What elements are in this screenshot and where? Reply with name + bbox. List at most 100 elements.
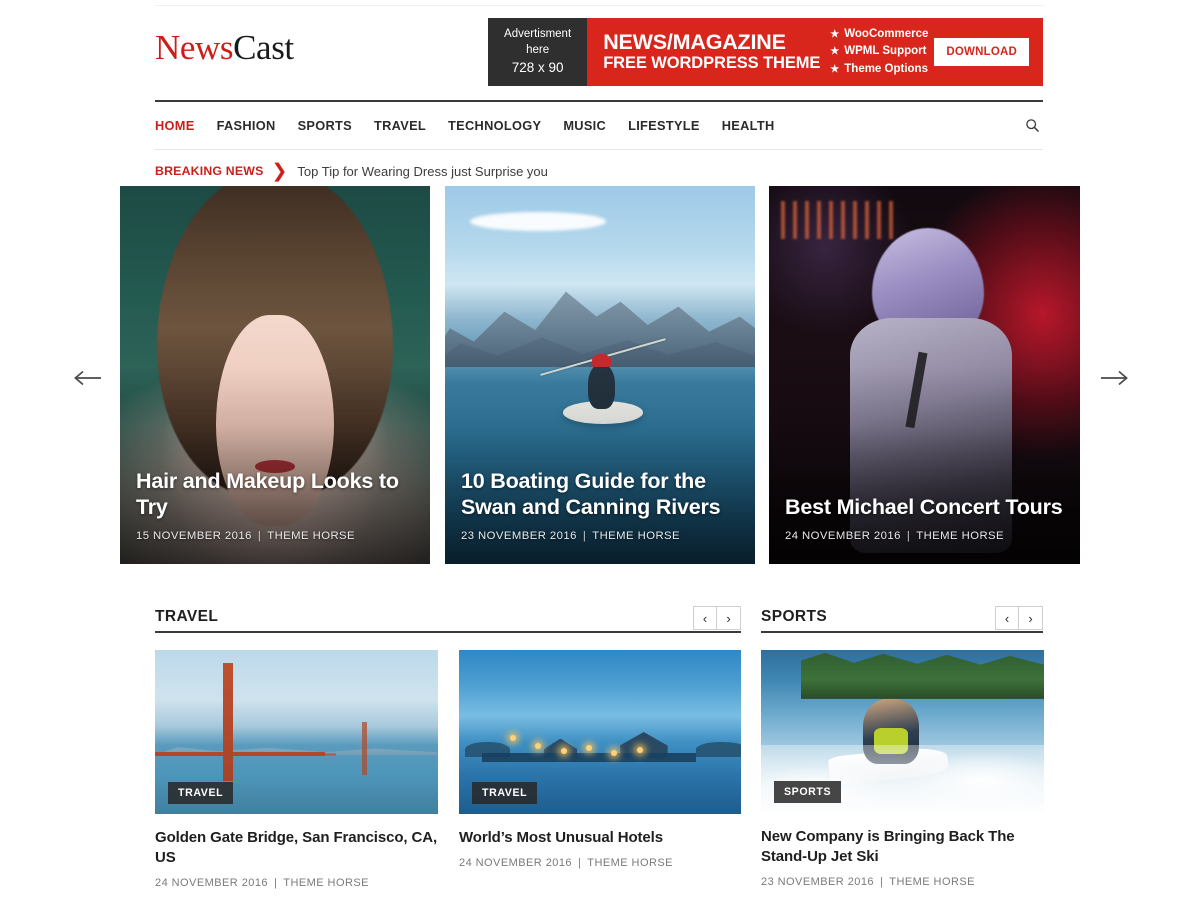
section-header-travel: TRAVEL ‹ › xyxy=(155,605,741,633)
section-nav: ‹ › xyxy=(693,606,741,630)
download-button[interactable]: DOWNLOAD xyxy=(934,38,1029,66)
card-date: 24 NOVEMBER 2016 xyxy=(459,856,572,869)
article-card[interactable]: SPORTS New Company is Bringing Back The … xyxy=(761,650,1044,888)
section-next-button[interactable]: › xyxy=(717,606,741,630)
article-card[interactable]: TRAVEL World’s Most Unusual Hotels 24 NO… xyxy=(459,650,741,869)
decor-island xyxy=(695,741,741,757)
decor-bridge-deck xyxy=(155,751,325,756)
card-author[interactable]: THEME HORSE xyxy=(587,857,673,869)
card-date: 23 NOVEMBER 2016 xyxy=(761,875,874,888)
featured-slider: Hair and Makeup Looks to Try 15 NOVEMBER… xyxy=(120,186,1080,564)
nav-list: HOME FASHION SPORTS TRAVEL TECHNOLOGY MU… xyxy=(155,118,797,133)
slide-author[interactable]: THEME HORSE xyxy=(267,530,355,542)
nav-item-travel[interactable]: TRAVEL xyxy=(374,118,440,133)
card-thumbnail[interactable]: TRAVEL xyxy=(459,650,741,814)
logo-primary: News xyxy=(155,28,234,67)
section-title: SPORTS xyxy=(761,608,828,625)
card-thumbnail[interactable]: TRAVEL xyxy=(155,650,438,814)
decor-treeline xyxy=(800,652,1044,699)
star-icon: ★ xyxy=(830,63,840,75)
slide-date: 23 NOVEMBER 2016 xyxy=(461,530,577,542)
breaking-news-label: BREAKING NEWS xyxy=(155,164,264,178)
ad-feature-label: WooCommerce xyxy=(844,27,929,40)
slide-title[interactable]: Hair and Makeup Looks to Try xyxy=(136,468,414,521)
slide-author[interactable]: THEME HORSE xyxy=(592,530,680,542)
site-logo[interactable]: NewsCast xyxy=(155,30,294,65)
nav-item-fashion[interactable]: FASHION xyxy=(217,118,290,133)
decor-lamp xyxy=(585,745,592,752)
decor-lamp xyxy=(535,743,542,750)
ad-size-label: 728 x 90 xyxy=(511,59,564,75)
nav-item-lifestyle[interactable]: LIFESTYLE xyxy=(628,118,714,133)
section-prev-button[interactable]: ‹ xyxy=(995,606,1019,630)
slide-caption: 10 Boating Guide for the Swan and Cannin… xyxy=(461,468,739,542)
section-title: TRAVEL xyxy=(155,608,219,625)
ad-feature-label: WPML Support xyxy=(844,45,927,58)
card-title[interactable]: World’s Most Unusual Hotels xyxy=(459,828,741,848)
decor-bridge-tower-far xyxy=(361,722,367,775)
meta-separator: | xyxy=(879,875,884,888)
chevron-right-icon: ❯ xyxy=(271,160,288,182)
section-header-sports: SPORTS ‹ › xyxy=(761,605,1043,633)
ad-label-line2: here xyxy=(526,43,550,56)
nav-item-health[interactable]: HEALTH xyxy=(722,118,789,133)
ad-feature-list: ★ WooCommerce ★ WPML Support ★ Theme Option… xyxy=(820,18,934,86)
category-badge[interactable]: SPORTS xyxy=(774,781,842,803)
nav-item-home[interactable]: HOME xyxy=(155,118,209,133)
slide-item[interactable]: Best Michael Concert Tours 24 NOVEMBER 2… xyxy=(769,186,1080,564)
ad-feature-item: ★ WPML Support xyxy=(830,44,928,60)
card-meta: 24 NOVEMBER 2016 | THEME HORSE xyxy=(155,877,438,889)
search-icon[interactable] xyxy=(1021,115,1043,137)
section-prev-button[interactable]: ‹ xyxy=(693,606,717,630)
ad-download-area: DOWNLOAD xyxy=(934,18,1043,86)
card-meta: 24 NOVEMBER 2016 | THEME HORSE xyxy=(459,857,741,869)
slide-author[interactable]: THEME HORSE xyxy=(916,530,1004,542)
star-icon: ★ xyxy=(830,28,840,40)
section-next-button[interactable]: › xyxy=(1019,606,1043,630)
decor-lamp xyxy=(560,748,567,755)
meta-separator: | xyxy=(906,530,911,542)
slide-meta: 24 NOVEMBER 2016 | THEME HORSE xyxy=(785,530,1064,542)
site-header: NewsCast Advertisment here 728 x 90 NEWS… xyxy=(155,18,1043,90)
logo-secondary: Cast xyxy=(233,28,294,67)
nav-item-sports[interactable]: SPORTS xyxy=(298,118,366,133)
section-nav: ‹ › xyxy=(995,606,1043,630)
meta-separator: | xyxy=(257,530,262,542)
slider-next-arrow-icon[interactable] xyxy=(1098,364,1132,392)
slide-title[interactable]: 10 Boating Guide for the Swan and Cannin… xyxy=(461,468,739,521)
top-divider xyxy=(155,5,1043,6)
nav-item-technology[interactable]: TECHNOLOGY xyxy=(448,118,555,133)
ad-label-line1: Advertisment xyxy=(504,28,572,41)
breaking-news-headline[interactable]: Top Tip for Wearing Dress just Surprise … xyxy=(297,164,547,179)
main-navigation: HOME FASHION SPORTS TRAVEL TECHNOLOGY MU… xyxy=(155,100,1043,150)
slide-item[interactable]: Hair and Makeup Looks to Try 15 NOVEMBER… xyxy=(120,186,430,564)
card-author[interactable]: THEME HORSE xyxy=(889,876,975,888)
category-badge[interactable]: TRAVEL xyxy=(168,782,234,804)
category-badge[interactable]: TRAVEL xyxy=(472,782,538,804)
decor-bridge-tower xyxy=(222,663,233,782)
card-title[interactable]: New Company is Bringing Back The Stand-U… xyxy=(761,827,1044,867)
card-title[interactable]: Golden Gate Bridge, San Francisco, CA, U… xyxy=(155,828,438,868)
decor-red-cap xyxy=(592,354,611,368)
advertisement-banner[interactable]: Advertisment here 728 x 90 NEWS/MAGAZINE… xyxy=(488,18,1043,86)
decor-cloud xyxy=(469,212,607,232)
slide-item[interactable]: 10 Boating Guide for the Swan and Cannin… xyxy=(445,186,755,564)
meta-separator: | xyxy=(577,856,582,869)
breaking-news-bar: BREAKING NEWS ❯ Top Tip for Wearing Dres… xyxy=(155,160,1043,182)
nav-item-music[interactable]: MUSIC xyxy=(563,118,620,133)
slide-date: 15 NOVEMBER 2016 xyxy=(136,530,252,542)
slider-prev-arrow-icon[interactable] xyxy=(70,364,104,392)
slide-date: 24 NOVEMBER 2016 xyxy=(785,530,901,542)
decor-bridge-cable xyxy=(155,679,337,755)
card-date: 24 NOVEMBER 2016 xyxy=(155,876,268,889)
slide-caption: Hair and Makeup Looks to Try 15 NOVEMBER… xyxy=(136,468,414,542)
article-card[interactable]: TRAVEL Golden Gate Bridge, San Francisco… xyxy=(155,650,438,889)
card-thumbnail[interactable]: SPORTS xyxy=(761,650,1044,813)
ad-placeholder-label: Advertisment here 728 x 90 xyxy=(488,18,588,86)
card-author[interactable]: THEME HORSE xyxy=(283,877,369,889)
ad-title: NEWS/MAGAZINE xyxy=(603,29,786,54)
card-meta: 23 NOVEMBER 2016 | THEME HORSE xyxy=(761,876,1044,888)
slide-meta: 15 NOVEMBER 2016 | THEME HORSE xyxy=(136,530,414,542)
page-root: NewsCast Advertisment here 728 x 90 NEWS… xyxy=(0,0,1200,900)
slide-title[interactable]: Best Michael Concert Tours xyxy=(785,494,1064,521)
